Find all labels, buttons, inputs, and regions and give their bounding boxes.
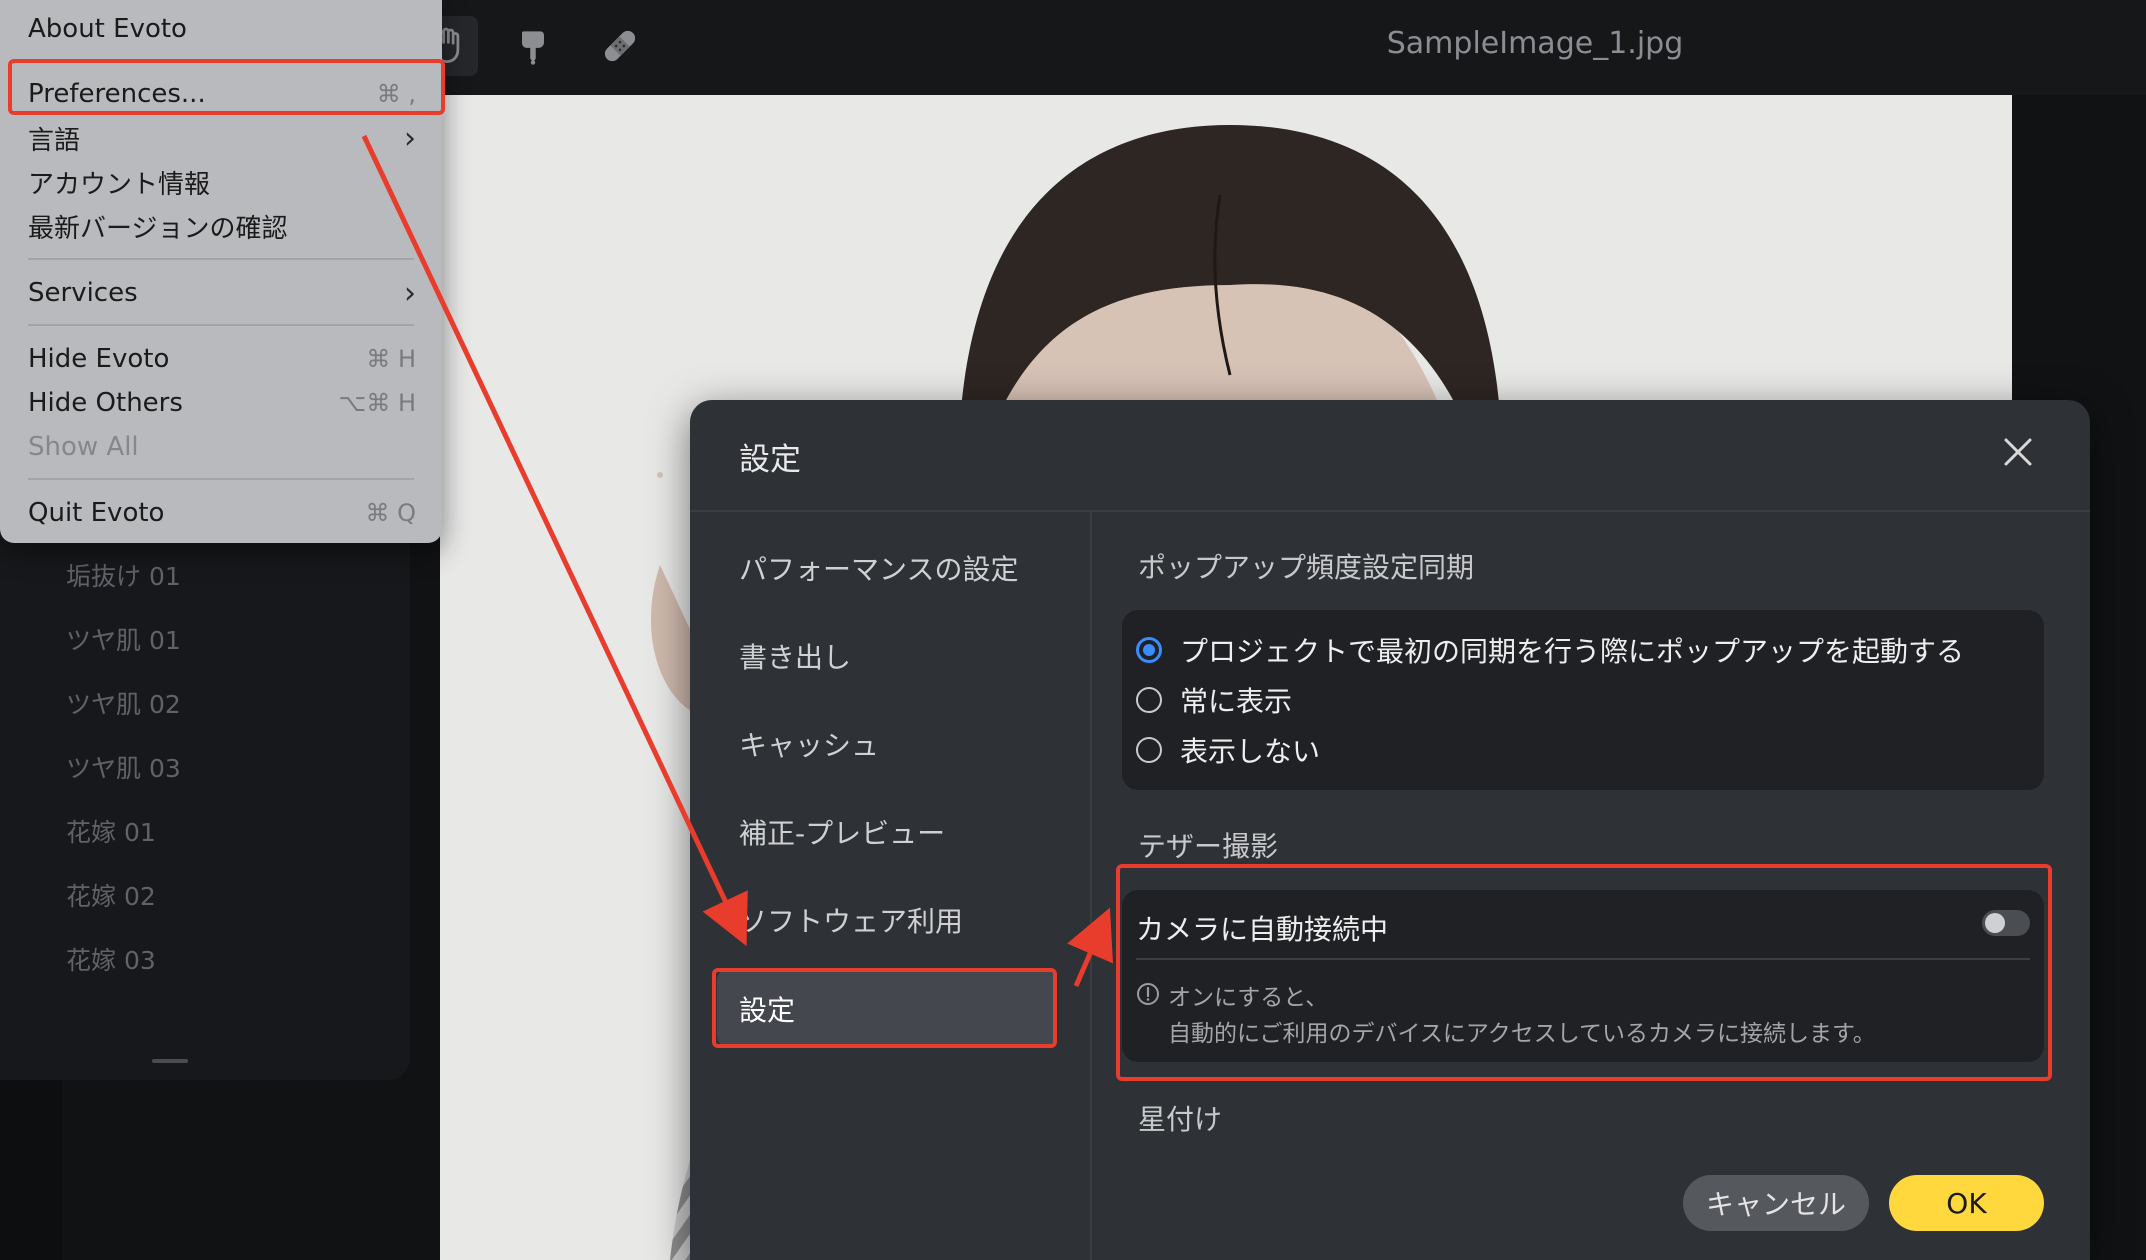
nav-item-export[interactable]: 書き出し (739, 636, 851, 676)
preset-item[interactable]: 花嫁 02 (66, 875, 181, 939)
preset-item[interactable]: 花嫁 03 (66, 939, 181, 1003)
menu-label: 最新バージョンの確認 (28, 213, 288, 244)
file-name: SampleImage_1.jpg (1386, 26, 1684, 61)
preset-item[interactable]: 垢抜け 01 (66, 555, 181, 619)
menu-label: About Evoto (28, 14, 187, 44)
menu-item-quit[interactable]: Quit Evoto ⌘ Q (28, 493, 416, 533)
preset-item[interactable]: ツヤ肌 03 (66, 747, 181, 811)
cancel-button[interactable]: キャンセル (1683, 1175, 1869, 1231)
nav-item-performance[interactable]: パフォーマンスの設定 (739, 548, 1018, 588)
radio-label: 表示しない (1180, 735, 1321, 768)
popup-section-title: ポップアップ頻度設定同期 (1138, 551, 1475, 584)
preset-item[interactable]: ツヤ肌 01 (66, 619, 181, 683)
rating-section-title: 星付け (1138, 1103, 1223, 1136)
nav-divider (1090, 512, 1092, 1260)
radio-button[interactable] (1136, 737, 1162, 763)
chevron-right-icon: › (404, 120, 416, 156)
menu-item-account[interactable]: アカウント情報 (28, 162, 416, 202)
chevron-right-icon: › (404, 275, 416, 311)
menu-item-check-update[interactable]: 最新バージョンの確認 (28, 206, 416, 246)
highlight-tether-card (1116, 864, 2052, 1081)
pointing-finger-icon[interactable] (503, 16, 563, 76)
close-icon[interactable] (1998, 432, 2038, 472)
menu-item-services[interactable]: Services › (28, 273, 416, 313)
highlight-preferences (8, 59, 445, 115)
dialog-title: 設定 (739, 442, 801, 478)
menu-separator (28, 258, 414, 260)
menu-item-about[interactable]: About Evoto (28, 9, 416, 49)
nav-item-correction-preview[interactable]: 補正-プレビュー (739, 812, 945, 852)
menu-item-hide[interactable]: Hide Evoto ⌘ H (28, 339, 416, 379)
preset-item[interactable]: 花嫁 01 (66, 811, 181, 875)
menu-separator (28, 478, 414, 480)
header-divider (690, 510, 2090, 512)
panel-resize-handle[interactable] (152, 1059, 188, 1063)
radio-button-selected[interactable] (1136, 637, 1162, 663)
menu-label: アカウント情報 (28, 169, 211, 200)
nav-item-software-usage[interactable]: ソフトウェア利用 (739, 900, 963, 940)
menu-label: Quit Evoto (28, 498, 165, 528)
menu-label: Hide Evoto (28, 344, 170, 374)
popup-options-card: プロジェクトで最初の同期を行う際にポップアップを起動する 常に表示 表示しない (1122, 610, 2044, 790)
ok-button[interactable]: OK (1889, 1175, 2044, 1231)
radio-button[interactable] (1136, 687, 1162, 713)
menu-label: Services (28, 278, 138, 308)
menu-label: Hide Others (28, 388, 183, 418)
preset-list: 垢抜け 01 ツヤ肌 01 ツヤ肌 02 ツヤ肌 03 花嫁 01 花嫁 02 … (66, 555, 181, 1003)
radio-option-always[interactable]: 常に表示 (1136, 680, 1292, 720)
menu-item-show-all: Show All (28, 427, 416, 467)
radio-label: プロジェクトで最初の同期を行う際にポップアップを起動する (1180, 635, 1965, 668)
radio-option-never[interactable]: 表示しない (1136, 730, 1320, 770)
nav-item-cache[interactable]: キャッシュ (739, 724, 879, 764)
menu-label: 言語 (28, 125, 81, 156)
menu-item-language[interactable]: 言語 › (28, 118, 416, 158)
settings-dialog: 設定 パフォーマンスの設定 書き出し キャッシュ 補正-プレビュー ソフトウェア… (690, 400, 2090, 1260)
menu-separator (28, 324, 414, 326)
menu-item-hide-others[interactable]: Hide Others ⌥⌘ H (28, 383, 416, 423)
tether-section-title: テザー撮影 (1138, 830, 1279, 863)
preset-item[interactable]: ツヤ肌 02 (66, 683, 181, 747)
menu-shortcut: ⌘ H (366, 345, 416, 373)
healing-bandage-icon[interactable] (590, 16, 650, 76)
radio-label: 常に表示 (1180, 685, 1293, 718)
highlight-settings-nav (712, 968, 1057, 1048)
menu-label: Show All (28, 432, 139, 462)
radio-option-first-sync[interactable]: プロジェクトで最初の同期を行う際にポップアップを起動する (1136, 630, 1964, 670)
menu-shortcut: ⌘ Q (365, 499, 416, 527)
menu-shortcut: ⌥⌘ H (338, 389, 416, 417)
